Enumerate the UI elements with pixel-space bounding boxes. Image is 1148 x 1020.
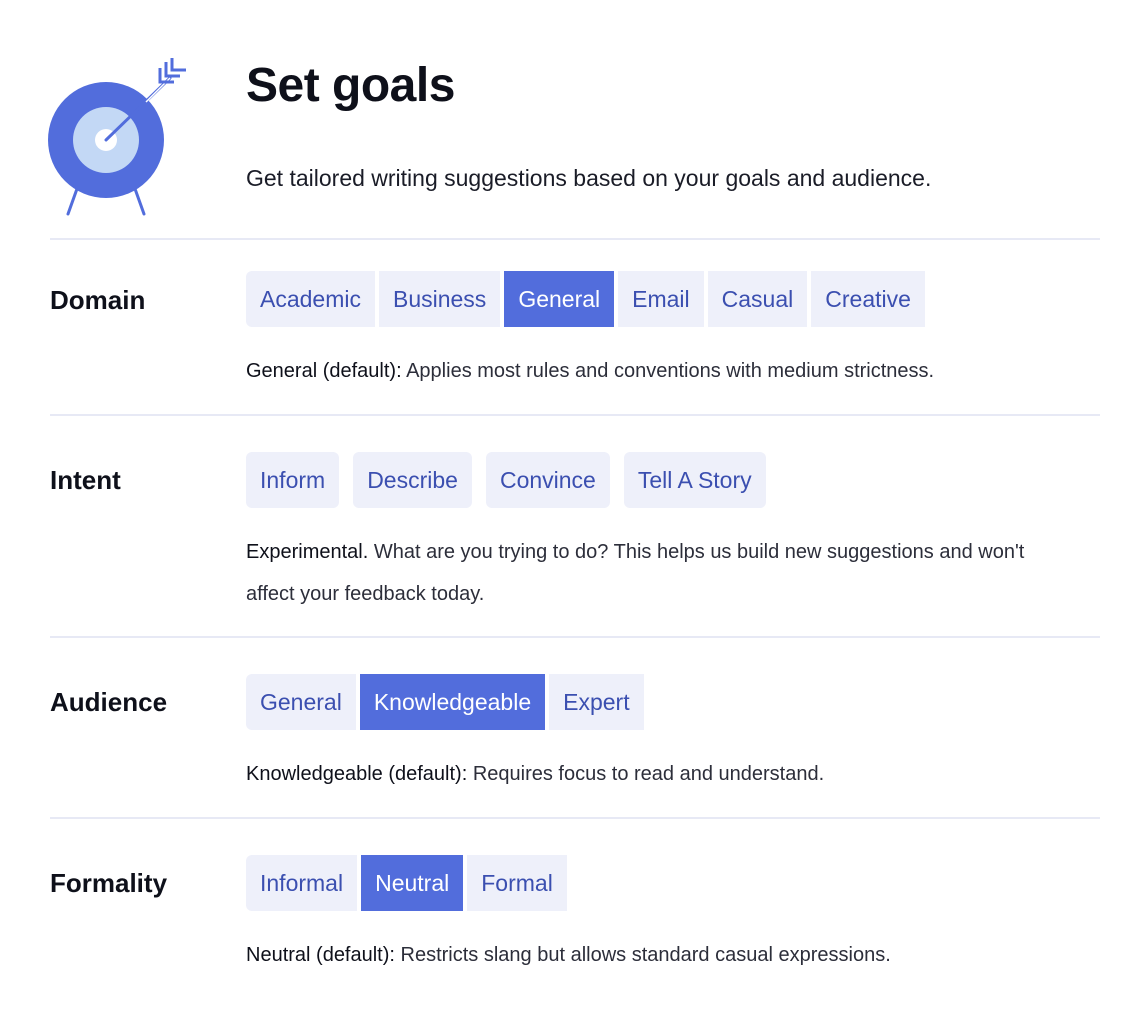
- audience-option-knowledgeable[interactable]: Knowledgeable: [359, 674, 546, 730]
- domain-option-academic[interactable]: Academic: [246, 271, 375, 327]
- intent-option-convince[interactable]: Convince: [485, 452, 610, 508]
- intent-option-describe[interactable]: Describe: [353, 452, 472, 508]
- page-title: Set goals: [246, 59, 455, 112]
- target-arrow-icon: [48, 58, 186, 216]
- audience-description-text: Requires focus to read and understand.: [467, 763, 825, 785]
- domain-description: General (default): Applies most rules an…: [246, 350, 1076, 392]
- domain-option-casual[interactable]: Casual: [707, 271, 808, 327]
- domain-option-business[interactable]: Business: [378, 271, 501, 327]
- domain-options: Academic Business General Email Casual C…: [246, 271, 929, 327]
- audience-option-expert[interactable]: Expert: [549, 674, 644, 730]
- domain-option-general[interactable]: General: [504, 271, 615, 327]
- audience-description-lead: Knowledgeable (default):: [246, 763, 468, 785]
- header: Set goals Get tailored writing suggestio…: [0, 0, 1148, 240]
- intent-description: Experimental. What are you trying to do?…: [246, 531, 1076, 615]
- formality-description-text: Restricts slang but allows standard casu…: [394, 944, 891, 966]
- divider: [50, 817, 1100, 819]
- formality-description: Neutral (default): Restricts slang but a…: [246, 934, 1076, 976]
- audience-label: Audience: [50, 687, 168, 717]
- divider: [50, 636, 1100, 638]
- domain-option-email[interactable]: Email: [618, 271, 704, 327]
- intent-label: Intent: [50, 465, 121, 495]
- formality-option-neutral[interactable]: Neutral: [361, 855, 464, 911]
- domain-option-creative[interactable]: Creative: [811, 271, 925, 327]
- formality-option-formal[interactable]: Formal: [467, 855, 567, 911]
- domain-description-lead: General (default):: [246, 360, 402, 382]
- divider: [50, 414, 1100, 416]
- page-subtitle: Get tailored writing suggestions based o…: [246, 165, 932, 191]
- formality-options: Informal Neutral Formal: [246, 855, 571, 911]
- formality-option-informal[interactable]: Informal: [246, 855, 358, 911]
- intent-option-inform[interactable]: Inform: [246, 452, 340, 508]
- formality-description-lead: Neutral (default):: [246, 944, 395, 966]
- domain-description-text: Applies most rules and conventions with …: [401, 360, 935, 382]
- formality-label: Formality: [50, 868, 168, 898]
- intent-option-tell-a-story[interactable]: Tell A Story: [623, 452, 766, 508]
- audience-option-general[interactable]: General: [246, 674, 356, 730]
- audience-description: Knowledgeable (default): Requires focus …: [246, 753, 1076, 795]
- audience-options: General Knowledgeable Expert: [246, 674, 648, 730]
- intent-description-lead: Experimental.: [246, 541, 369, 563]
- divider: [50, 238, 1100, 240]
- intent-options: Inform Describe Convince Tell A Story: [246, 452, 780, 508]
- domain-label: Domain: [50, 285, 146, 315]
